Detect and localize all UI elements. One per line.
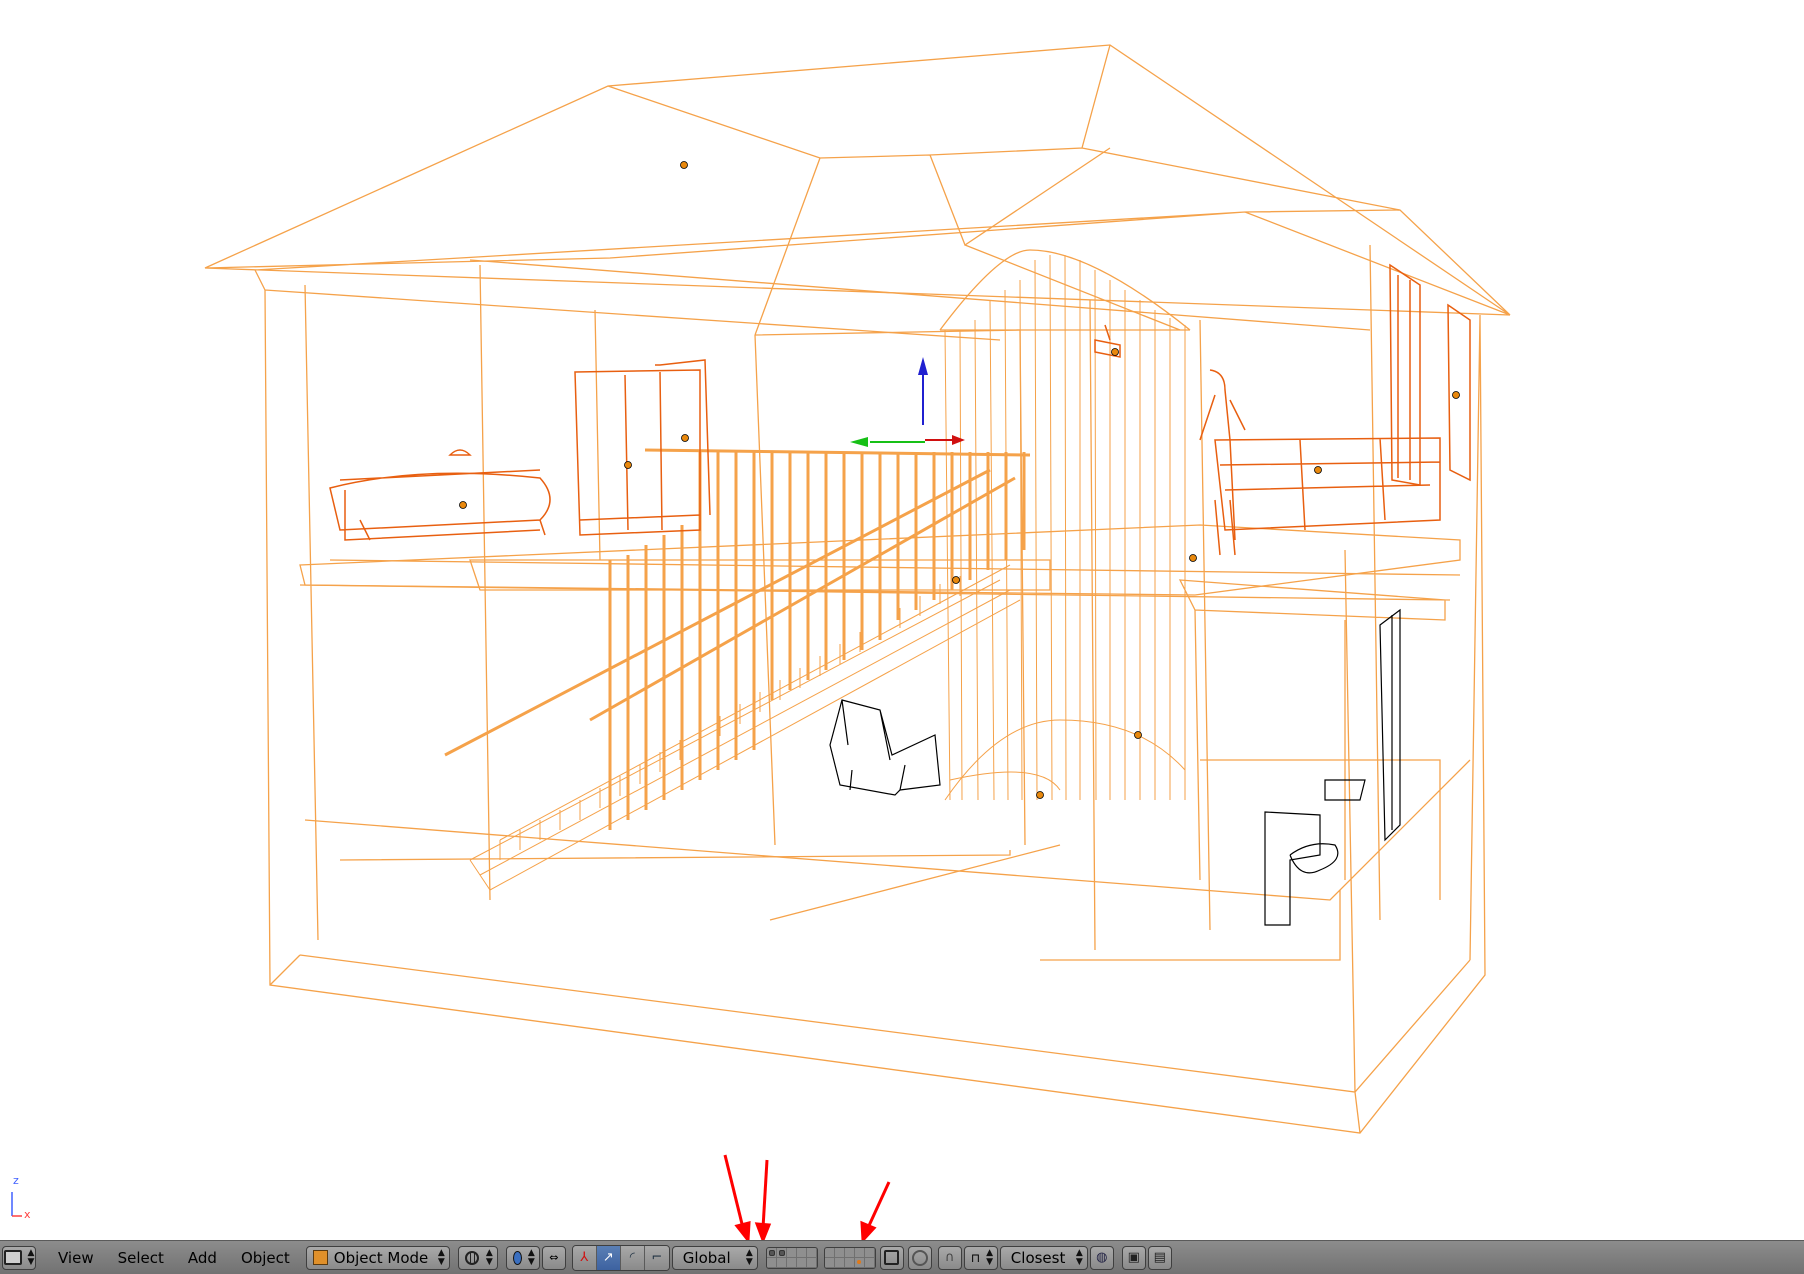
layer-20[interactable]	[864, 1257, 875, 1268]
render-opengl-image-button[interactable]: ▣	[1121, 1245, 1146, 1270]
menu-add[interactable]: Add	[176, 1249, 229, 1267]
layer-grid-left[interactable]	[765, 1246, 818, 1269]
axis-z-label: z	[13, 1174, 19, 1187]
layer-17[interactable]	[834, 1257, 845, 1268]
pivot-point-selector[interactable]: ▲ ▼	[505, 1245, 540, 1270]
3d-viewport[interactable]: z x	[0, 0, 1804, 1240]
chevron-updown-icon: ▲ ▼	[437, 1247, 445, 1267]
pivot-point-icon	[512, 1250, 522, 1265]
roof-wireframe	[204, 44, 1511, 336]
clapperboard-icon: ▤	[1153, 1250, 1166, 1265]
layer-11[interactable]	[766, 1257, 777, 1268]
snap-element-selector[interactable]: ⊓ ▲ ▼	[963, 1245, 998, 1270]
layer-16[interactable]	[824, 1257, 835, 1268]
center-points-icon: ⇔	[549, 1251, 559, 1264]
transform-orientation-selector[interactable]: Global ▲ ▼	[671, 1245, 758, 1270]
snap-target-selector[interactable]: Closest ▲ ▼	[999, 1245, 1088, 1270]
axis-x-label: x	[24, 1208, 31, 1221]
layer-12[interactable]	[776, 1257, 787, 1268]
chevron-updown-icon: ▲ ▼	[527, 1247, 535, 1267]
manipulate-center-points-button[interactable]: ⇔	[541, 1245, 566, 1270]
transform-manipulator	[850, 357, 965, 447]
lock-layers-button[interactable]	[879, 1245, 904, 1270]
layer-19[interactable]	[854, 1257, 865, 1268]
3d-view-header: ▲ ▼ View Select Add Object Object Mode ▲ ▼…	[0, 1240, 1804, 1274]
armchair-wireframe	[829, 699, 941, 796]
view-axis-indicator: z x	[11, 1174, 31, 1221]
rotate-manipulator-button[interactable]: ◜	[620, 1245, 645, 1270]
editor-type-button[interactable]: ▲ ▼	[2, 1245, 36, 1270]
window-frame-wireframe	[1389, 263, 1471, 486]
chevron-updown-icon: ▲ ▼	[485, 1247, 493, 1267]
layer-3[interactable]	[786, 1247, 797, 1258]
manipulator-toggle-button[interactable]: ⅄	[572, 1245, 597, 1270]
wardrobe-wireframe	[574, 359, 711, 536]
snap-increment-icon: ⊓	[970, 1250, 981, 1265]
wireframe-sphere-icon	[464, 1250, 479, 1265]
magnet-icon: ∩	[945, 1250, 955, 1265]
house-outer-wireframe	[254, 269, 1486, 1134]
render-opengl-animation-button[interactable]: ▤	[1147, 1245, 1172, 1270]
layer-1[interactable]	[766, 1247, 777, 1258]
mode-selector[interactable]: Object Mode ▲ ▼	[305, 1245, 450, 1270]
chevron-updown-icon: ▲ ▼	[1075, 1247, 1083, 1267]
object-cube-icon	[312, 1250, 328, 1265]
align-rotation-icon: ◍	[1096, 1250, 1108, 1265]
snap-toggle-button[interactable]: ∩	[937, 1245, 962, 1270]
layer-14[interactable]	[796, 1257, 807, 1268]
transform-orientation-label: Global	[682, 1248, 731, 1267]
layer-9[interactable]	[854, 1247, 865, 1258]
camera-icon: ▣	[1127, 1250, 1140, 1265]
layer-grid-right[interactable]	[823, 1246, 876, 1269]
layer-10[interactable]	[864, 1247, 875, 1258]
staircase-wireframe	[469, 564, 1021, 891]
menu-select[interactable]: Select	[106, 1249, 176, 1267]
translate-manipulator-button[interactable]: ↗	[596, 1245, 621, 1270]
bed-wireframe	[329, 449, 551, 541]
layer-2[interactable]	[776, 1247, 787, 1258]
railing-wireframe	[444, 448, 1031, 830]
scale-manipulator-button[interactable]: ⌐	[644, 1245, 669, 1270]
manipulator-group: ⅄ ↗ ◜ ⌐	[571, 1244, 670, 1271]
scale-icon: ⌐	[651, 1250, 663, 1265]
mode-label: Object Mode	[333, 1248, 429, 1267]
desk-wireframe	[1214, 437, 1441, 531]
chevron-updown-icon: ▲ ▼	[27, 1247, 35, 1267]
proportional-circle-icon	[911, 1249, 928, 1266]
layer-8[interactable]	[844, 1247, 855, 1258]
chevron-updown-icon: ▲ ▼	[986, 1247, 994, 1267]
furniture-active	[329, 263, 1471, 556]
snap-target-label: Closest	[1010, 1248, 1066, 1267]
layer-6[interactable]	[824, 1247, 835, 1258]
menu-object[interactable]: Object	[229, 1249, 302, 1267]
layer-5[interactable]	[806, 1247, 817, 1258]
layer-15[interactable]	[806, 1257, 817, 1268]
chevron-updown-icon: ▲ ▼	[745, 1247, 753, 1267]
arrow-icon: ↗	[602, 1250, 614, 1265]
axis-gizmo-icon: ⅄	[580, 1250, 589, 1265]
3d-view-icon	[3, 1250, 22, 1265]
scene-wireframe	[204, 44, 1511, 1134]
layer-4[interactable]	[796, 1247, 807, 1258]
viewport-shading-selector[interactable]: ▲ ▼	[457, 1245, 498, 1270]
layer-7[interactable]	[834, 1247, 845, 1258]
lock-camera-icon	[884, 1250, 900, 1265]
door-wireframe	[1379, 608, 1401, 842]
snap-align-rotation-button[interactable]: ◍	[1089, 1245, 1114, 1270]
menu-view[interactable]: View	[46, 1249, 106, 1267]
proportional-editing-button[interactable]	[907, 1245, 932, 1270]
rotate-arc-icon: ◜	[629, 1250, 635, 1265]
layer-13[interactable]	[786, 1257, 797, 1268]
layer-18[interactable]	[844, 1257, 855, 1268]
